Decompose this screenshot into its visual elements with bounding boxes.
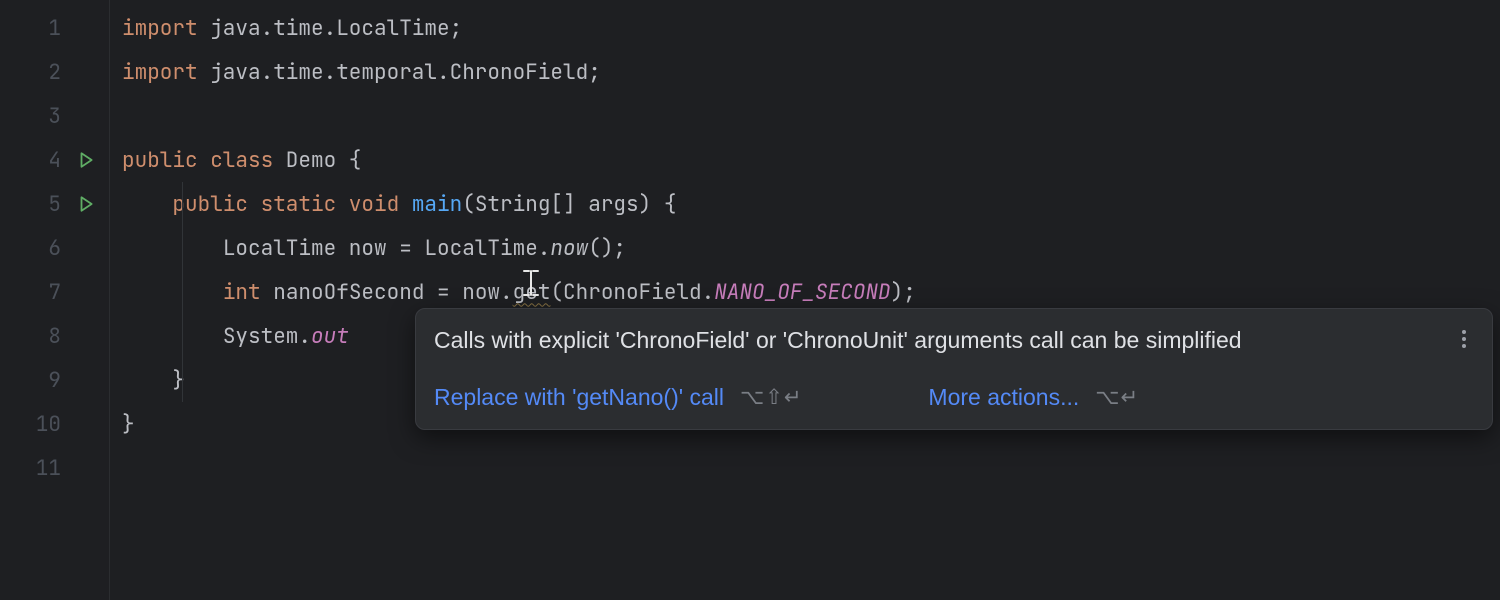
code-text: (ChronoField. — [550, 279, 714, 306]
keyword: int — [223, 279, 261, 306]
keyword: public class — [122, 147, 273, 174]
code-line: public class Demo { — [122, 138, 1500, 182]
code-text: LocalTime now = LocalTime. — [223, 235, 551, 262]
method-name: main — [412, 191, 462, 218]
code-line: LocalTime now = LocalTime.now(); — [122, 226, 1500, 270]
shortcut-hint: ⌥↵ — [1095, 385, 1139, 410]
brace: } — [172, 367, 185, 394]
shortcut-hint: ⌥⇧↵ — [740, 385, 802, 410]
inspection-tooltip: Calls with explicit 'ChronoField' or 'Ch… — [415, 308, 1493, 430]
line-number: 6 — [48, 235, 61, 262]
line-number: 8 — [48, 323, 61, 350]
code-text: (String[] args) { — [462, 191, 676, 218]
gutter: 1 2 3 4 5 6 7 8 9 10 11 — [0, 0, 110, 600]
line-number: 9 — [48, 367, 61, 394]
static-field: out — [311, 323, 349, 350]
run-class-icon[interactable] — [75, 149, 97, 171]
code-text: ); — [891, 279, 916, 306]
code-editor: 1 2 3 4 5 6 7 8 9 10 11 import java.time… — [0, 0, 1500, 600]
code-line — [122, 94, 1500, 138]
tooltip-actions: Replace with 'getNano()' call ⌥⇧↵ More a… — [434, 384, 1474, 411]
warning-highlight[interactable]: get — [513, 279, 551, 306]
brace: } — [122, 411, 135, 438]
code-text: (); — [588, 235, 626, 262]
line-number: 7 — [48, 279, 61, 306]
more-actions-link[interactable]: More actions... — [928, 384, 1079, 411]
line-number: 2 — [48, 59, 61, 86]
code-area[interactable]: import java.time.LocalTime; import java.… — [110, 0, 1500, 600]
keyword: import — [122, 59, 198, 86]
keyword: import — [122, 15, 198, 42]
replace-action-link[interactable]: Replace with 'getNano()' call — [434, 384, 724, 411]
code-text: java.time.LocalTime; — [198, 15, 463, 42]
tooltip-message: Calls with explicit 'ChronoField' or 'Ch… — [434, 325, 1242, 356]
code-text: System. — [223, 323, 311, 350]
line-number: 11 — [36, 455, 61, 482]
static-field: NANO_OF_SECOND — [714, 279, 890, 306]
line-number: 3 — [48, 103, 61, 130]
line-number: 5 — [48, 191, 61, 218]
code-line: public static void main(String[] args) { — [122, 182, 1500, 226]
code-line: import java.time.temporal.ChronoField; — [122, 50, 1500, 94]
code-text: Demo { — [273, 147, 361, 174]
line-number: 1 — [48, 15, 61, 42]
code-text: nanoOfSecond = now. — [261, 279, 513, 306]
more-vert-icon[interactable] — [1454, 327, 1474, 351]
keyword: public static void — [172, 191, 399, 218]
line-number: 10 — [36, 411, 61, 438]
run-method-icon[interactable] — [75, 193, 97, 215]
code-text: java.time.temporal.ChronoField; — [198, 59, 601, 86]
code-line: import java.time.LocalTime; — [122, 6, 1500, 50]
line-number: 4 — [48, 147, 61, 174]
code-line — [122, 446, 1500, 490]
static-method: now — [550, 235, 588, 262]
